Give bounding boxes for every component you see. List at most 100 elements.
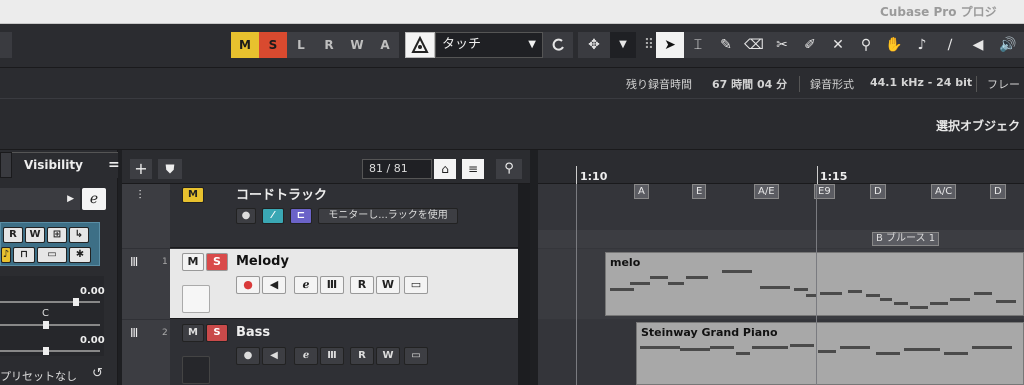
track-visibility-icon[interactable]: ⌂	[434, 159, 456, 179]
keyboard-icon[interactable]: Ⅲ	[320, 347, 344, 365]
midi-note[interactable]	[866, 294, 880, 297]
midi-note[interactable]	[930, 302, 948, 305]
edit-instrument-icon[interactable]: ℯ	[294, 276, 318, 294]
split-icon[interactable]: ✂	[768, 32, 796, 58]
midi-note[interactable]	[950, 298, 970, 301]
write-button[interactable]: W	[376, 347, 400, 365]
melody-solo-button[interactable]: S	[206, 253, 228, 271]
nudge-icon[interactable]: ✥	[578, 32, 610, 58]
edit-instrument-icon[interactable]: ℯ	[294, 347, 318, 365]
chord-lanes-icon[interactable]: ⊏	[290, 208, 312, 224]
write-button[interactable]: W	[25, 227, 45, 243]
chord-event[interactable]: E9	[814, 184, 835, 199]
read-button[interactable]: R	[3, 227, 23, 243]
line-icon[interactable]: ∕	[936, 32, 964, 58]
edit-automation-icon[interactable]	[543, 32, 573, 58]
settings-icon[interactable]: ✱	[69, 247, 91, 263]
midi-note[interactable]	[760, 286, 790, 289]
automation-mode-button[interactable]: A	[371, 32, 399, 58]
midi-note[interactable]	[974, 292, 992, 295]
bass-track-name[interactable]: Bass	[236, 325, 270, 340]
midi-note[interactable]	[840, 346, 870, 349]
chord-event[interactable]: A/E	[754, 184, 779, 199]
midi-note[interactable]	[894, 302, 908, 305]
midi-note[interactable]	[790, 344, 814, 347]
automation-mode-select[interactable]: タッチ ▼	[435, 32, 543, 58]
monitor-speaker-icon[interactable]: ◀	[262, 276, 286, 294]
instrument-thumbnail[interactable]	[182, 285, 210, 313]
midi-note[interactable]	[818, 350, 836, 353]
left-edge-button[interactable]	[0, 32, 12, 58]
midi-note[interactable]	[794, 288, 808, 291]
midi-note[interactable]	[972, 346, 1012, 349]
midi-note[interactable]	[650, 276, 668, 279]
melody-track-name[interactable]: Melody	[236, 254, 289, 269]
chord-mute-button[interactable]: M	[182, 187, 204, 203]
record-enable-button[interactable]: ●	[236, 276, 260, 294]
midi-note[interactable]	[686, 276, 708, 279]
solo-mode-button[interactable]: S	[259, 32, 287, 58]
inspector-track-name[interactable]: ▶	[0, 188, 80, 210]
lanes-icon[interactable]: ▭	[404, 347, 428, 365]
write-button[interactable]: W	[376, 276, 400, 294]
midi-note[interactable]	[736, 352, 750, 355]
chord-event[interactable]: E	[692, 184, 707, 199]
read-mode-button[interactable]: R	[315, 32, 343, 58]
lock-icon[interactable]: ⊓	[13, 247, 35, 263]
midi-note[interactable]	[752, 346, 788, 349]
pan-slider-handle[interactable]	[43, 321, 49, 329]
midi-note[interactable]	[722, 270, 752, 273]
hand-icon[interactable]: ✋	[880, 32, 908, 58]
zoom-icon[interactable]: ⚲	[852, 32, 880, 58]
erase-icon[interactable]: ⌫	[740, 32, 768, 58]
monitor-button[interactable]: モニターし...ラックを使用	[318, 208, 458, 224]
scale-event[interactable]: B ブルース 1	[872, 232, 940, 246]
bass-mute-button[interactable]: M	[182, 324, 204, 342]
midi-note[interactable]	[668, 282, 684, 285]
bass-solo-button[interactable]: S	[206, 324, 228, 342]
midi-note[interactable]	[820, 292, 842, 295]
inspector-tab[interactable]	[0, 152, 12, 178]
route-icon[interactable]: ↳	[69, 227, 89, 243]
chord-record-button[interactable]: ●	[236, 208, 256, 224]
mute-mode-button[interactable]: M	[231, 32, 259, 58]
nudge-dropdown-icon[interactable]: ▼	[610, 32, 636, 58]
midi-note[interactable]	[630, 282, 650, 285]
midi-note[interactable]	[710, 346, 734, 349]
note-icon[interactable]: ♪	[1, 247, 11, 263]
play-tool-icon[interactable]: ◀	[964, 32, 992, 58]
record-enable-button[interactable]: ●	[236, 347, 260, 365]
grid-icon[interactable]: ⊞	[47, 227, 67, 243]
midi-note[interactable]	[944, 352, 968, 355]
midi-note[interactable]	[880, 298, 892, 301]
volume-slider-handle[interactable]	[73, 298, 79, 306]
search-icon[interactable]: ⚲	[496, 159, 522, 179]
midi-note[interactable]	[806, 294, 816, 297]
track-list-scrollbar[interactable]	[518, 184, 530, 385]
midi-note[interactable]	[876, 352, 900, 355]
midi-note[interactable]	[680, 348, 710, 351]
edit-instrument-icon[interactable]: ℯ	[82, 188, 106, 210]
send-slider[interactable]	[0, 350, 100, 352]
preset-row[interactable]: プリセットなし ↺	[0, 365, 110, 385]
speaker-icon[interactable]: 🔊	[992, 32, 1024, 58]
chord-track-row[interactable]: ⫶ M コードトラック ● ⁄ ⊏ モニターし...ラックを使用	[122, 184, 530, 248]
melody-track-row[interactable]: Ⅲ 1 M S Melody ● ◀ ℯ Ⅲ R W ▭	[122, 249, 530, 319]
lanes-icon[interactable]: ▭	[37, 247, 67, 263]
track-presets-icon[interactable]: ⛊	[158, 159, 182, 179]
chord-event[interactable]: D	[990, 184, 1006, 199]
range-select-icon[interactable]: ⌶	[684, 32, 712, 58]
comp-icon[interactable]: ♪	[908, 32, 936, 58]
bass-track-row[interactable]: Ⅲ 2 M S Bass ● ◀ ℯ Ⅲ R W ▭	[122, 320, 530, 385]
draw-icon[interactable]: ✎	[712, 32, 740, 58]
visibility-tab[interactable]: Visibility =	[12, 152, 120, 178]
chord-track-name[interactable]: コードトラック	[236, 184, 327, 203]
monitor-speaker-icon[interactable]: ◀	[262, 347, 286, 365]
read-button[interactable]: R	[350, 276, 374, 294]
midi-note[interactable]	[910, 306, 928, 309]
midi-note[interactable]	[904, 348, 940, 351]
add-track-icon[interactable]: +	[130, 159, 152, 179]
object-select-icon[interactable]: ➤	[656, 32, 684, 58]
instrument-thumbnail[interactable]	[182, 356, 210, 384]
chord-event[interactable]: A/C	[931, 184, 957, 199]
